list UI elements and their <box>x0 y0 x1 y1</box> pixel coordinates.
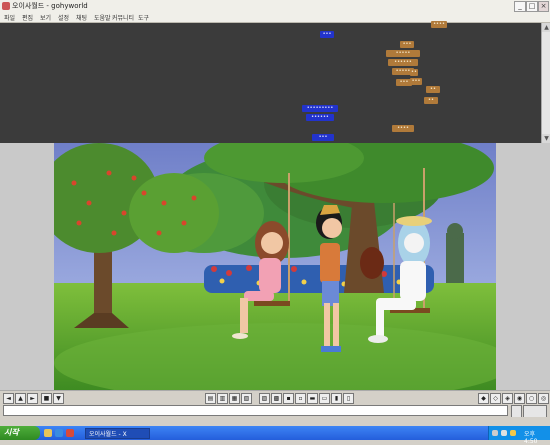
toolbar-button[interactable]: ◄ <box>3 393 14 404</box>
menu-item-edit[interactable]: 편집 <box>22 13 33 22</box>
chat-bubble: •••••• <box>306 114 334 121</box>
chat-bubble: ••• <box>396 79 412 86</box>
toolbar-button[interactable]: ◎ <box>538 393 549 404</box>
game-scene[interactable] <box>54 143 496 390</box>
taskbar-window-tab[interactable]: 오이사월드 - X <box>85 428 150 439</box>
maximize-button[interactable]: □ <box>526 1 538 12</box>
toolbar-button[interactable]: ■ <box>41 393 52 404</box>
toolbar-button[interactable]: ▥ <box>217 393 228 404</box>
status-strip <box>0 417 550 426</box>
taskbar <box>0 426 550 440</box>
menu-item-view[interactable]: 보기 <box>40 13 51 22</box>
chat-area: •••• ••• ••• ••••• •••••• ••••• •• ••• •… <box>0 21 541 143</box>
right-panel <box>496 143 550 390</box>
volume-icon[interactable] <box>501 430 507 436</box>
chat-bubble: •• <box>410 69 418 76</box>
close-button[interactable]: × <box>538 1 549 12</box>
chat-bubble: •• <box>424 97 438 104</box>
network-icon[interactable] <box>492 430 498 436</box>
chat-bubble: •••• <box>431 21 447 28</box>
toolbar-button[interactable]: ▧ <box>241 393 252 404</box>
toolbar-button[interactable]: ▲ <box>15 393 26 404</box>
minimize-button[interactable]: _ <box>514 1 526 12</box>
chat-bubble: ••• <box>312 134 334 141</box>
toolbar-button[interactable]: ▬ <box>307 393 318 404</box>
menu-bar: 파일 편집 보기 설정 채팅 도움말 커뮤니티 도구 <box>0 12 550 23</box>
toolbar-button[interactable]: ○ <box>526 393 537 404</box>
toolbar-button[interactable]: ▮ <box>331 393 342 404</box>
window-title: 오이사월드 - gohyworld <box>12 2 88 10</box>
toolbar-button[interactable]: ► <box>27 393 38 404</box>
scroll-up-icon[interactable]: ▲ <box>542 23 550 32</box>
chat-bubble: •••••• <box>388 59 418 66</box>
toolbar-button[interactable]: ▨ <box>259 393 270 404</box>
toolbar-button[interactable]: ◈ <box>502 393 513 404</box>
menu-item-settings[interactable]: 설정 <box>58 13 69 22</box>
start-button[interactable]: 시작 <box>0 426 40 440</box>
toolbar-button[interactable]: ▯ <box>343 393 354 404</box>
toolbar-button[interactable]: ▫ <box>295 393 306 404</box>
toolbar-button[interactable]: ▩ <box>271 393 282 404</box>
app-icon <box>2 2 10 10</box>
toolbar-button[interactable]: ▭ <box>319 393 330 404</box>
menu-item-help[interactable]: 도움말 <box>94 13 111 22</box>
toolbar-button[interactable]: ▦ <box>229 393 240 404</box>
browser-icon[interactable] <box>55 429 63 437</box>
scroll-down-icon[interactable]: ▼ <box>542 134 550 143</box>
left-panel <box>0 143 54 390</box>
folder-icon[interactable] <box>44 429 52 437</box>
menu-item-tools[interactable]: 도구 <box>138 13 149 22</box>
clock: 오후 4:50 <box>524 431 538 445</box>
park-scene-illustration <box>54 143 496 390</box>
chat-bubble: ••• <box>400 41 414 48</box>
toolbar-button[interactable]: ◇ <box>490 393 501 404</box>
toolbar-button[interactable]: ◆ <box>478 393 489 404</box>
chat-bubble: ••••• <box>386 50 420 57</box>
chat-input[interactable] <box>3 405 508 416</box>
media-icon[interactable] <box>66 429 74 437</box>
toolbar-button[interactable]: ▪ <box>283 393 294 404</box>
toolbar-button[interactable]: ▼ <box>53 393 64 404</box>
toolbar: ◄ ▲ ► ■ ▼ ▤ ▥ ▦ ▧ ▨ ▩ ▪ ▫ ▬ ▭ ▮ ▯ ◆ ◇ ◈ … <box>0 390 550 405</box>
menu-item-community[interactable]: 커뮤니티 <box>112 13 134 22</box>
menu-item-file[interactable]: 파일 <box>4 13 15 22</box>
chat-bubble: ••••••••• <box>302 105 338 112</box>
chat-bubble: •••• <box>392 125 414 132</box>
ime-icon[interactable] <box>510 430 516 436</box>
toolbar-button[interactable]: ▤ <box>205 393 216 404</box>
chat-scrollbar[interactable]: ▲ ▼ <box>541 23 550 143</box>
menu-item-chat[interactable]: 채팅 <box>76 13 87 22</box>
chat-bubble: ••• <box>320 31 334 38</box>
toolbar-button[interactable]: ◉ <box>514 393 525 404</box>
chat-bubble: •• <box>426 86 440 93</box>
